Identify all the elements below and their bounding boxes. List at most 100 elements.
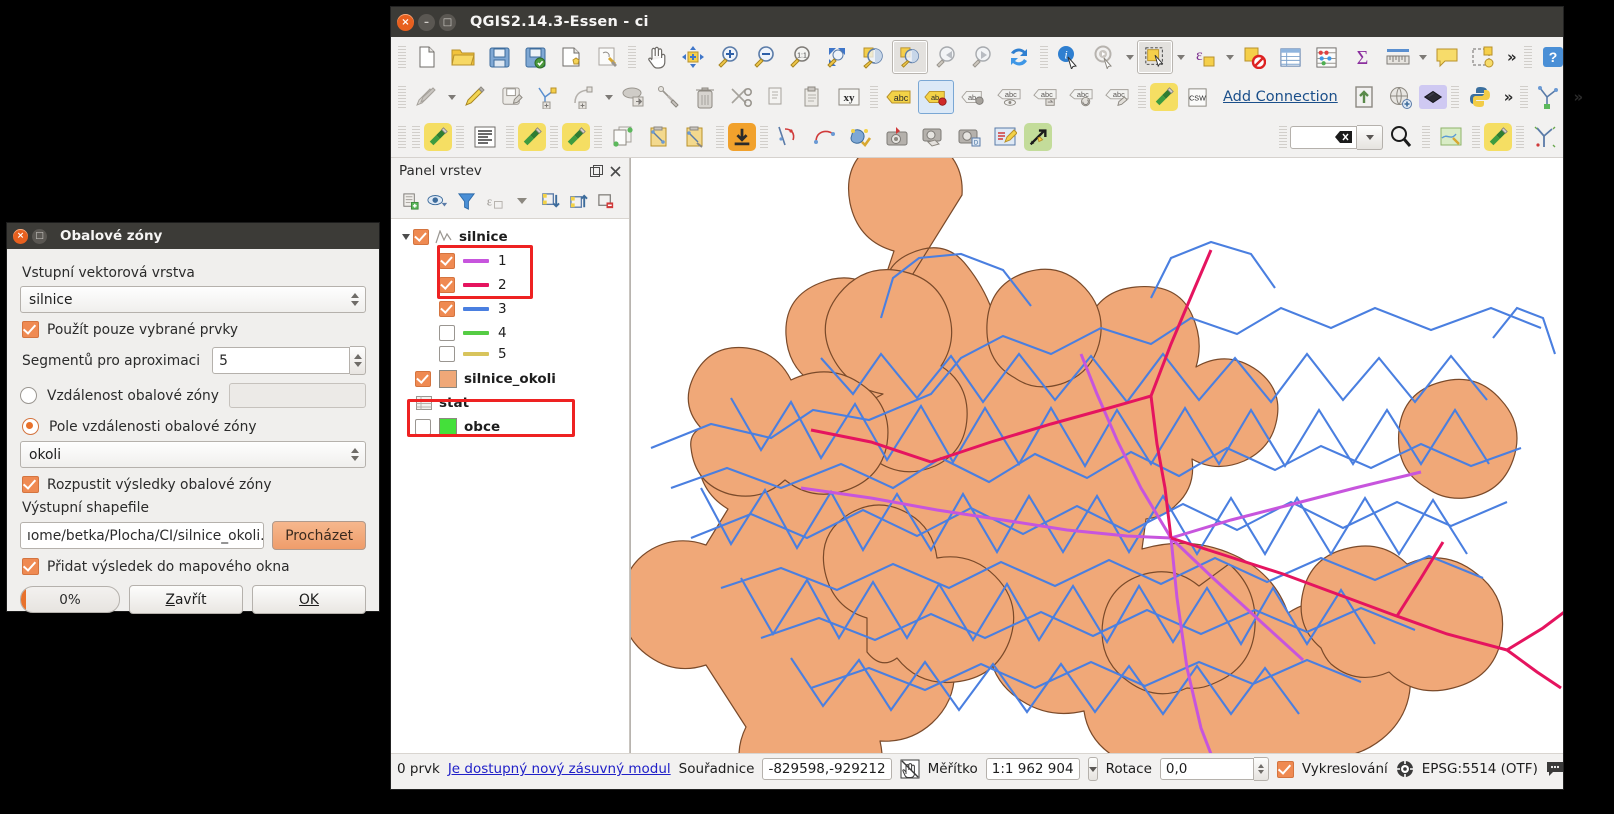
chevron-down-icon[interactable] bbox=[1174, 41, 1187, 73]
layer-row-class-3[interactable]: 3 bbox=[391, 297, 629, 321]
chevron-down-icon[interactable] bbox=[509, 188, 535, 214]
zoom-full-icon[interactable] bbox=[820, 41, 854, 73]
edit-form-icon[interactable] bbox=[988, 121, 1022, 153]
new-print-composer-icon[interactable] bbox=[554, 41, 588, 73]
toolbar-grip[interactable] bbox=[760, 126, 768, 148]
camera-pin-icon[interactable] bbox=[880, 121, 914, 153]
selected-only-row[interactable]: Použít pouze vybrané prvky bbox=[22, 321, 366, 338]
dissolve-checkbox[interactable] bbox=[22, 476, 39, 493]
expression-select-icon[interactable]: ε bbox=[1188, 41, 1222, 73]
zoom-last-icon[interactable] bbox=[930, 41, 964, 73]
close-button[interactable]: Zavřít bbox=[129, 585, 243, 614]
layer-checkbox[interactable] bbox=[439, 277, 455, 293]
toolbar-grip[interactable] bbox=[1138, 86, 1146, 108]
deselect-icon[interactable] bbox=[1237, 41, 1271, 73]
zoom-in-icon[interactable] bbox=[712, 41, 746, 73]
refresh-icon[interactable] bbox=[1002, 41, 1036, 73]
save-layer-edits-icon[interactable] bbox=[495, 81, 529, 113]
window-maximize-button[interactable]: □ bbox=[439, 13, 456, 31]
move-label-icon[interactable]: abc bbox=[1028, 81, 1062, 113]
xy-coordinate-icon[interactable]: xy bbox=[832, 81, 866, 113]
globe-add-icon[interactable] bbox=[1383, 81, 1417, 113]
input-layer-combo[interactable]: silnice bbox=[20, 286, 366, 313]
ok-button[interactable]: OK bbox=[252, 585, 366, 614]
help-icon[interactable]: ? bbox=[1536, 41, 1570, 73]
composer-manager-icon[interactable] bbox=[590, 41, 624, 73]
field-radio-row[interactable]: Pole vzdálenosti obalové zóny bbox=[22, 418, 366, 435]
cut-features-icon[interactable] bbox=[724, 81, 758, 113]
current-edits-icon[interactable] bbox=[459, 81, 493, 113]
plugin-icon[interactable] bbox=[1150, 83, 1178, 111]
add-group-icon[interactable] bbox=[397, 188, 423, 214]
layer-checkbox[interactable] bbox=[415, 419, 431, 435]
topology-icon[interactable] bbox=[844, 121, 878, 153]
expand-arrow-icon[interactable] bbox=[399, 234, 413, 240]
distance-radio[interactable] bbox=[20, 387, 37, 404]
scale-dropdown-button[interactable] bbox=[1087, 757, 1098, 781]
undock-icon[interactable] bbox=[588, 163, 604, 179]
scale-input[interactable]: 1:1 962 904 bbox=[985, 758, 1080, 780]
camera-tag-icon[interactable] bbox=[916, 121, 950, 153]
add-feature-icon[interactable] bbox=[531, 81, 565, 113]
toolbar-grip[interactable] bbox=[1422, 126, 1430, 148]
toolbar-grip[interactable] bbox=[412, 126, 420, 148]
layer-checkbox[interactable] bbox=[439, 301, 455, 317]
copy-features-icon[interactable] bbox=[760, 81, 794, 113]
import-icon[interactable] bbox=[1347, 81, 1381, 113]
show-label-icon[interactable]: abc bbox=[992, 81, 1026, 113]
layer-row-class-5[interactable]: 5 bbox=[391, 345, 629, 363]
toolbar-grip[interactable] bbox=[506, 126, 514, 148]
map-green-icon[interactable] bbox=[1434, 121, 1468, 153]
zoom-next-icon[interactable] bbox=[966, 41, 1000, 73]
python-console-icon[interactable] bbox=[1463, 81, 1497, 113]
open-project-icon[interactable] bbox=[446, 41, 480, 73]
select-features-icon[interactable] bbox=[1137, 40, 1173, 74]
add-line-feature-icon[interactable] bbox=[567, 81, 601, 113]
layer-row-silnice-okoli[interactable]: silnice_okoli bbox=[391, 367, 629, 391]
filter-legend-icon[interactable] bbox=[453, 188, 479, 214]
toggle-editing-icon[interactable] bbox=[410, 81, 444, 113]
identify-features-icon[interactable]: i bbox=[1052, 41, 1086, 73]
window-close-button[interactable]: × bbox=[397, 13, 414, 31]
rotate-label-icon[interactable]: abc bbox=[1064, 81, 1098, 113]
toolbar-grip[interactable] bbox=[1516, 126, 1524, 148]
zoom-to-layer-icon[interactable] bbox=[892, 40, 928, 74]
expression-filter-icon[interactable]: ε bbox=[481, 188, 507, 214]
measure-icon[interactable] bbox=[1381, 41, 1415, 73]
layer-row-stat[interactable]: stat bbox=[391, 391, 629, 415]
delete-selected-icon[interactable] bbox=[688, 81, 722, 113]
dark-layer-icon[interactable] bbox=[1418, 85, 1447, 109]
chevron-down-icon[interactable] bbox=[1123, 41, 1136, 73]
rotation-stepper[interactable] bbox=[1253, 757, 1269, 781]
search-input[interactable] bbox=[1290, 125, 1357, 149]
layer-row-obce[interactable]: obce bbox=[391, 415, 629, 439]
plugin-icon[interactable] bbox=[518, 123, 546, 151]
layer-checkbox[interactable] bbox=[415, 371, 431, 387]
toolbar-grip[interactable] bbox=[1279, 126, 1287, 148]
toolbar-grip[interactable] bbox=[550, 126, 558, 148]
map-tips-icon[interactable] bbox=[1430, 41, 1464, 73]
node-tool-icon[interactable] bbox=[652, 81, 686, 113]
search-dropdown-button[interactable] bbox=[1357, 124, 1383, 150]
attribute-form-icon[interactable] bbox=[468, 121, 502, 153]
paste-features-icon[interactable] bbox=[796, 81, 830, 113]
output-path-input[interactable]: ıome/betka/Plocha/CI/silnice_okoli.shp bbox=[20, 522, 265, 549]
chevron-down-icon[interactable] bbox=[602, 81, 615, 113]
close-panel-icon[interactable] bbox=[607, 163, 623, 179]
toolbar-grip[interactable] bbox=[1520, 86, 1529, 108]
open-attribute-table-icon[interactable] bbox=[1273, 41, 1307, 73]
layer-checkbox[interactable] bbox=[439, 346, 455, 362]
layer-checkbox[interactable] bbox=[413, 229, 429, 245]
move-feature-icon[interactable] bbox=[616, 81, 650, 113]
zoom-native-icon[interactable]: 1:1 bbox=[784, 41, 818, 73]
remove-layer-icon[interactable] bbox=[593, 188, 619, 214]
network-icon[interactable] bbox=[1532, 81, 1566, 113]
layer-row-silnice[interactable]: silnice bbox=[391, 225, 629, 249]
digitize-icon[interactable] bbox=[772, 121, 806, 153]
add-result-row[interactable]: Přidat výsledek do mapového okna bbox=[22, 558, 366, 575]
plugin-icon[interactable] bbox=[424, 123, 452, 151]
pan-to-selection-icon[interactable] bbox=[676, 41, 710, 73]
browse-button[interactable]: Procházet bbox=[272, 521, 366, 550]
toolbar-grip[interactable] bbox=[398, 86, 406, 108]
zoom-out-icon[interactable] bbox=[748, 41, 782, 73]
